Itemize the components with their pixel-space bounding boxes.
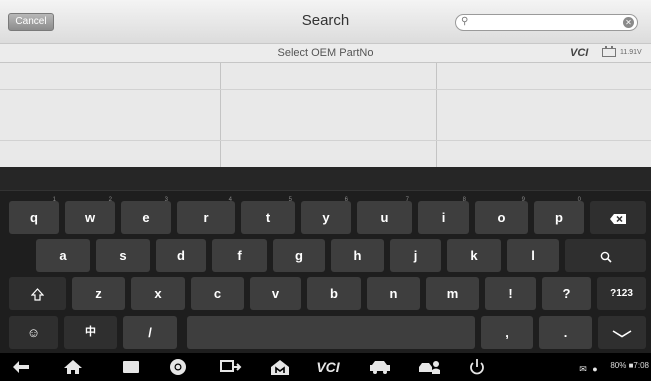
backspace-icon [610, 213, 626, 224]
emoji-key[interactable]: ☺ [9, 316, 58, 349]
browser-icon[interactable] [167, 357, 189, 377]
status-clock: 80% ■7:08 [610, 361, 649, 370]
key-x[interactable]: x [131, 277, 185, 310]
key-o[interactable]: o9 [475, 197, 528, 234]
key-a[interactable]: a [36, 239, 90, 272]
key-period[interactable]: . [539, 316, 592, 349]
sub-title: Select OEM PartNo [277, 47, 374, 59]
key-l[interactable]: l [507, 239, 559, 272]
vci-status-icon: VCI [570, 47, 589, 59]
clear-icon[interactable]: ✕ [623, 17, 634, 28]
key-e[interactable]: e3 [121, 197, 171, 234]
numbers-key[interactable]: ?123 [597, 277, 646, 310]
emoji-icon: ☺ [26, 325, 41, 340]
chevron-down-icon [612, 329, 632, 338]
key-j[interactable]: j [390, 239, 441, 272]
sub-header: Select OEM PartNo VCI 11.91V [0, 44, 651, 63]
key-h[interactable]: h [331, 239, 384, 272]
home-diagnostics-icon[interactable] [268, 357, 292, 377]
key-b[interactable]: b [307, 277, 361, 310]
screen-capture-icon[interactable] [218, 357, 244, 377]
key-z[interactable]: z [72, 277, 125, 310]
message-icon: ✉ [579, 364, 587, 374]
key-k[interactable]: k [447, 239, 501, 272]
search-box[interactable]: ⚲ ✕ [455, 14, 638, 31]
voltage-readout: 11.91V [620, 49, 642, 56]
key-r[interactable]: r4 [177, 197, 235, 234]
key-i[interactable]: i8 [418, 197, 469, 234]
key-t[interactable]: t5 [241, 197, 295, 234]
key-exclamation[interactable]: ! [485, 277, 536, 310]
key-u[interactable]: u7 [357, 197, 412, 234]
key-m[interactable]: m [426, 277, 479, 310]
key-g[interactable]: g [273, 239, 325, 272]
key-f[interactable]: f [212, 239, 267, 272]
key-n[interactable]: n [367, 277, 420, 310]
notification-icon: ● [592, 364, 598, 374]
car-icon[interactable] [366, 357, 394, 377]
soft-keyboard: q1 w2 e3 r4 t5 y6 u7 i8 o9 p0 a s d f g … [0, 167, 651, 353]
search-input[interactable] [474, 16, 614, 29]
hide-keyboard-key[interactable] [598, 316, 646, 349]
shift-key[interactable] [9, 277, 66, 310]
key-v[interactable]: v [250, 277, 301, 310]
suggestion-strip [0, 167, 651, 191]
grid-divider [436, 63, 437, 167]
key-w[interactable]: w2 [65, 197, 115, 234]
power-icon[interactable] [466, 357, 488, 377]
key-q[interactable]: q1 [9, 197, 59, 234]
grid-row-line [0, 89, 651, 90]
results-grid [0, 63, 651, 167]
cancel-button[interactable]: Cancel [8, 13, 54, 31]
key-d[interactable]: d [156, 239, 206, 272]
title-bar: Cancel Search ⚲ ✕ [0, 0, 651, 44]
space-key[interactable] [187, 316, 475, 349]
car-service-icon[interactable] [415, 357, 443, 377]
home-icon[interactable] [62, 357, 84, 377]
key-c[interactable]: c [191, 277, 244, 310]
key-p[interactable]: p0 [534, 197, 584, 234]
shift-icon [30, 288, 45, 301]
key-s[interactable]: s [96, 239, 150, 272]
language-key[interactable]: 中 [64, 316, 117, 349]
search-icon [600, 251, 612, 263]
key-slash[interactable]: / [123, 316, 177, 349]
backspace-key[interactable] [590, 201, 646, 234]
vci-icon[interactable]: VCI [313, 357, 343, 377]
recent-apps-icon[interactable] [120, 357, 142, 377]
search-key[interactable] [565, 239, 646, 272]
search-icon: ⚲ [461, 16, 469, 27]
back-icon[interactable] [10, 357, 32, 377]
key-question[interactable]: ? [542, 277, 591, 310]
system-bar: VCI ✉ ● 80% ■7:08 [0, 353, 651, 381]
key-comma[interactable]: , [481, 316, 533, 349]
grid-divider [220, 63, 221, 167]
key-y[interactable]: y6 [301, 197, 351, 234]
battery-icon [602, 46, 616, 57]
grid-row-line [0, 140, 651, 141]
